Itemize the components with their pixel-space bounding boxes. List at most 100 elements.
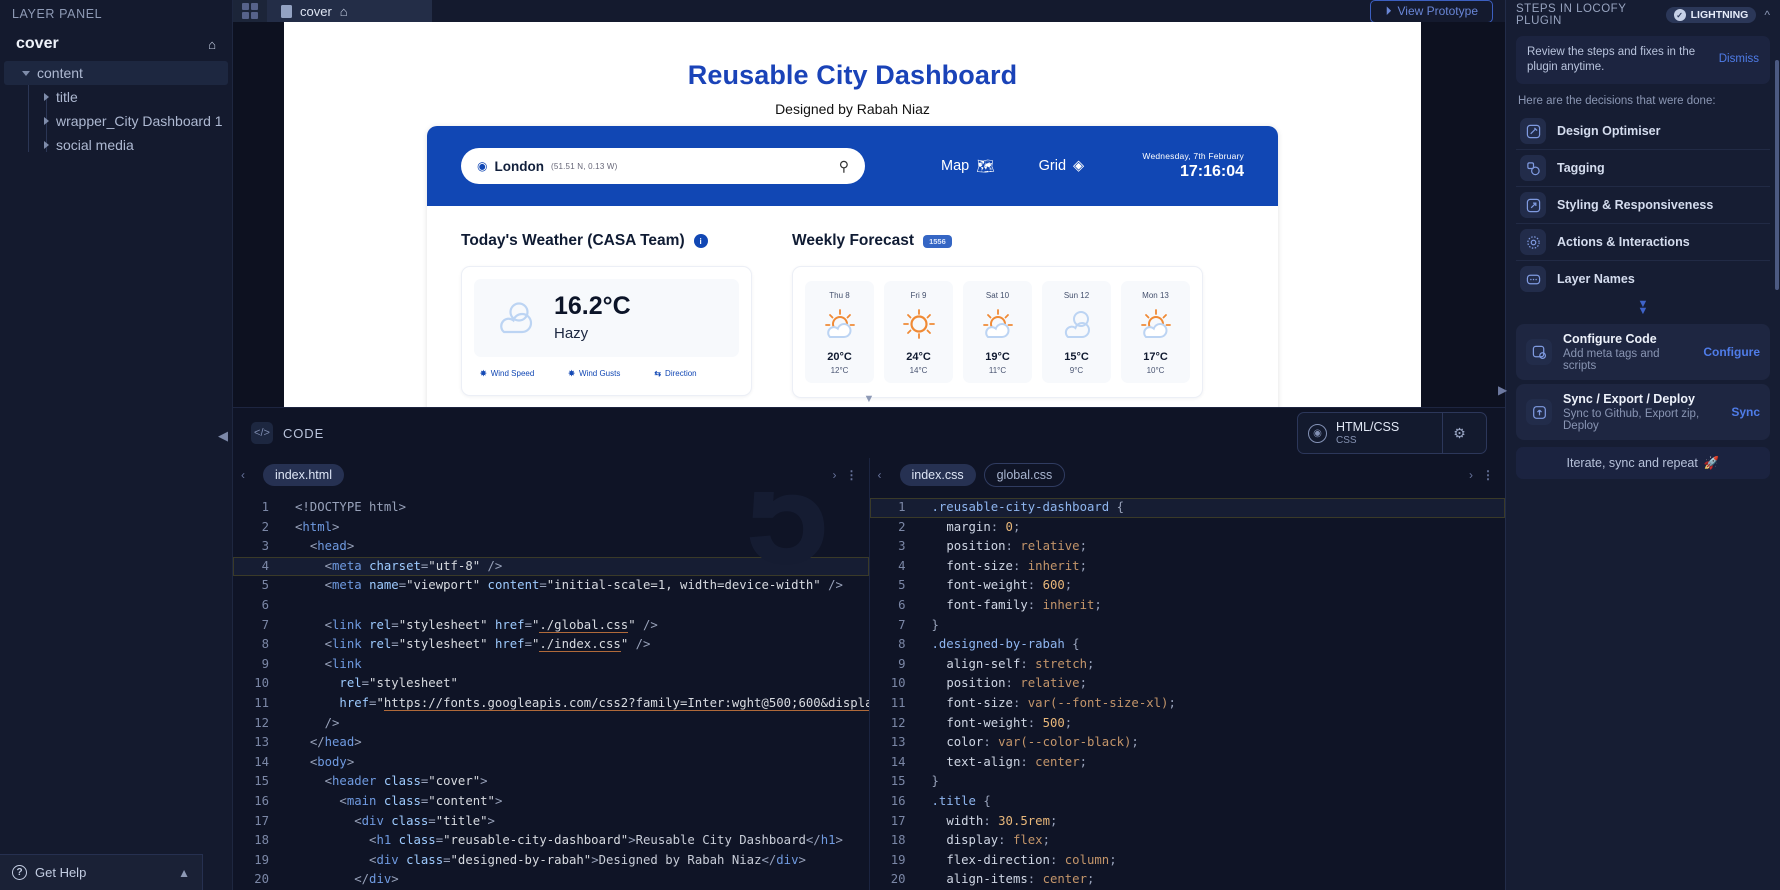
city-dashboard-widget[interactable]: ◉ London (51.51 N, 0.13 W) ⚲ Map 🗺 Grid … bbox=[427, 126, 1278, 407]
code-line[interactable]: 6 bbox=[233, 596, 869, 616]
code-line[interactable]: 5 font-weight: 600; bbox=[870, 576, 1506, 596]
code-line[interactable]: 15} bbox=[870, 772, 1506, 792]
tab-index-html[interactable]: index.html bbox=[263, 464, 344, 486]
code-line[interactable]: 8 <link rel="stylesheet" href="./index.c… bbox=[233, 635, 869, 655]
artboard-cover[interactable]: Reusable City Dashboard Designed by Raba… bbox=[284, 22, 1421, 407]
code-line[interactable]: 19 flex-direction: column; bbox=[870, 851, 1506, 871]
decision-actions-interactions[interactable]: Actions & Interactions bbox=[1516, 224, 1770, 261]
code-line[interactable]: 18 display: flex; bbox=[870, 831, 1506, 851]
code-line[interactable]: 17 <div class="title"> bbox=[233, 812, 869, 832]
tab-global-css[interactable]: global.css bbox=[984, 463, 1066, 487]
design-canvas[interactable]: Reusable City Dashboard Designed by Raba… bbox=[233, 22, 1505, 407]
chevron-up-icon[interactable]: ▲ bbox=[178, 866, 190, 880]
weekly-badge[interactable]: 1556 bbox=[923, 235, 952, 248]
panel-scrollbar[interactable] bbox=[1775, 60, 1779, 290]
view-prototype-button[interactable]: ⏵ View Prototype bbox=[1370, 0, 1493, 23]
code-line[interactable]: 7} bbox=[870, 616, 1506, 636]
panel-collapse-icon[interactable]: ▶ bbox=[1498, 383, 1507, 397]
home-icon[interactable]: ⌂ bbox=[208, 37, 216, 52]
code-line[interactable]: 7 <link rel="stylesheet" href="./global.… bbox=[233, 616, 869, 636]
settings-icon[interactable] bbox=[1332, 3, 1356, 19]
code-line[interactable]: 14 text-align: center; bbox=[870, 753, 1506, 773]
decision-layer-names[interactable]: Layer Names bbox=[1516, 261, 1770, 297]
decision-tagging[interactable]: Tagging bbox=[1516, 150, 1770, 187]
forecast-day-card[interactable]: Fri 9 24° bbox=[884, 281, 953, 383]
nav-map[interactable]: Map 🗺 bbox=[941, 158, 995, 175]
tabs-menu-icon[interactable]: ⋮ bbox=[846, 473, 857, 477]
page-tab-cover[interactable]: cover ⌂ bbox=[267, 0, 432, 22]
tabs-next-icon[interactable]: › bbox=[833, 468, 837, 482]
code-line[interactable]: 9 align-self: stretch; bbox=[870, 655, 1506, 675]
code-line[interactable]: 6 font-family: inherit; bbox=[870, 596, 1506, 616]
layer-node-wrapper-city-dashboard-1[interactable]: wrapper_City Dashboard 1 bbox=[4, 109, 228, 133]
tabs-menu-icon[interactable]: ⋮ bbox=[1482, 473, 1493, 477]
weekly-forecast-section: Weekly Forecast 1556 Thu 8 bbox=[792, 232, 1203, 398]
chevron-down-icon[interactable] bbox=[22, 71, 30, 76]
gear-icon[interactable]: ⚙ bbox=[1442, 412, 1476, 454]
layer-node-title[interactable]: title bbox=[4, 85, 228, 109]
code-line[interactable]: 8.designed-by-rabah { bbox=[870, 635, 1506, 655]
scroll-more-icon[interactable]: ▼▼ bbox=[1506, 297, 1780, 320]
code-line[interactable]: 19 <div class="designed-by-rabah">Design… bbox=[233, 851, 869, 871]
home-icon[interactable]: ⌂ bbox=[340, 4, 348, 19]
code-line[interactable]: 4 font-size: inherit; bbox=[870, 557, 1506, 577]
scroll-down-icon[interactable]: ▼ bbox=[864, 393, 875, 405]
code-line[interactable]: 20 </div> bbox=[233, 870, 869, 887]
decision-design-optimiser[interactable]: Design Optimiser bbox=[1516, 113, 1770, 150]
tabs-prev-icon[interactable]: ‹ bbox=[241, 468, 245, 482]
configure-link[interactable]: Configure bbox=[1703, 345, 1760, 359]
chevron-right-icon[interactable] bbox=[44, 141, 49, 149]
html-code-area[interactable]: 5 1<!DOCTYPE html>2<html>3 <head>4 <meta… bbox=[233, 492, 869, 887]
dismiss-button[interactable]: Dismiss bbox=[1719, 45, 1759, 65]
tabs-next-icon[interactable]: › bbox=[1469, 468, 1473, 482]
tabs-prev-icon[interactable]: ‹ bbox=[878, 468, 882, 482]
city-search-input[interactable]: ◉ London (51.51 N, 0.13 W) ⚲ bbox=[461, 148, 865, 184]
action-sync-export-deploy[interactable]: Sync / Export / Deploy Sync to Github, E… bbox=[1516, 384, 1770, 440]
get-help-bar[interactable]: ? Get Help ▲ bbox=[0, 854, 203, 890]
stack-selector[interactable]: ◉ HTML/CSS CSS ⚙ bbox=[1297, 412, 1487, 454]
metric-direction: ⇆ Direction bbox=[654, 369, 696, 378]
forecast-day-card[interactable]: Mon 13 17°C bbox=[1121, 281, 1190, 383]
code-line[interactable]: 10 position: relative; bbox=[870, 674, 1506, 694]
layer-node-content[interactable]: content bbox=[4, 61, 228, 85]
forecast-day-card[interactable]: Sun 12 15°C 9°C bbox=[1042, 281, 1111, 383]
chevron-up-icon[interactable]: ^ bbox=[1764, 8, 1770, 22]
code-line[interactable]: 12 /> bbox=[233, 714, 869, 734]
code-line[interactable]: 11 font-size: var(--font-size-xl); bbox=[870, 694, 1506, 714]
search-icon[interactable] bbox=[1294, 3, 1318, 19]
code-line[interactable]: 9 <link bbox=[233, 655, 869, 675]
tab-index-css[interactable]: index.css bbox=[900, 464, 976, 486]
chevron-right-icon[interactable] bbox=[44, 117, 49, 125]
collapse-left-icon[interactable]: ◀ bbox=[218, 428, 228, 444]
code-line[interactable]: 16 <main class="content"> bbox=[233, 792, 869, 812]
sync-link[interactable]: Sync bbox=[1731, 405, 1760, 419]
code-line[interactable]: 1.reusable-city-dashboard { bbox=[870, 498, 1506, 518]
info-badge[interactable]: i bbox=[694, 234, 708, 248]
search-icon[interactable]: ⚲ bbox=[839, 158, 849, 175]
code-line[interactable]: 10 rel="stylesheet" bbox=[233, 674, 869, 694]
code-line[interactable]: 12 font-weight: 500; bbox=[870, 714, 1506, 734]
code-line[interactable]: 13 color: var(--color-black); bbox=[870, 733, 1506, 753]
code-line[interactable]: 16.title { bbox=[870, 792, 1506, 812]
code-line[interactable]: 18 <h1 class="reusable-city-dashboard">R… bbox=[233, 831, 869, 851]
code-line[interactable]: 13 </head> bbox=[233, 733, 869, 753]
code-line[interactable]: 3 position: relative; bbox=[870, 537, 1506, 557]
chevron-right-icon[interactable] bbox=[44, 93, 49, 101]
lightning-badge[interactable]: ✓ LIGHTNING bbox=[1666, 7, 1757, 23]
nav-grid[interactable]: Grid ◈ bbox=[1039, 158, 1085, 174]
code-line[interactable]: 17 width: 30.5rem; bbox=[870, 812, 1506, 832]
code-line[interactable]: 2 margin: 0; bbox=[870, 518, 1506, 538]
code-section: ◀ ▶ </> CODE ◉ HTML/CSS CSS ⚙ ‹ index.ht… bbox=[233, 407, 1505, 890]
forecast-day-card[interactable]: Thu 8 20°C bbox=[805, 281, 874, 383]
decision-styling-responsiveness[interactable]: Styling & Responsiveness bbox=[1516, 187, 1770, 224]
code-line[interactable]: 15 <header class="cover"> bbox=[233, 772, 869, 792]
code-line[interactable]: 20 align-items: center; bbox=[870, 870, 1506, 887]
layer-node-social-media[interactable]: social media bbox=[4, 133, 228, 157]
action-configure-code[interactable]: Configure Code Add meta tags and scripts… bbox=[1516, 324, 1770, 380]
css-code-area[interactable]: 1.reusable-city-dashboard {2 margin: 0;3… bbox=[870, 492, 1506, 887]
grid-apps-icon[interactable] bbox=[233, 0, 267, 22]
code-line[interactable]: 14 <body> bbox=[233, 753, 869, 773]
code-line[interactable]: 11 href="https://fonts.googleapis.com/cs… bbox=[233, 694, 869, 714]
forecast-day-card[interactable]: Sat 10 19°C bbox=[963, 281, 1032, 383]
layer-panel-root-row[interactable]: cover ⌂ bbox=[0, 21, 232, 61]
